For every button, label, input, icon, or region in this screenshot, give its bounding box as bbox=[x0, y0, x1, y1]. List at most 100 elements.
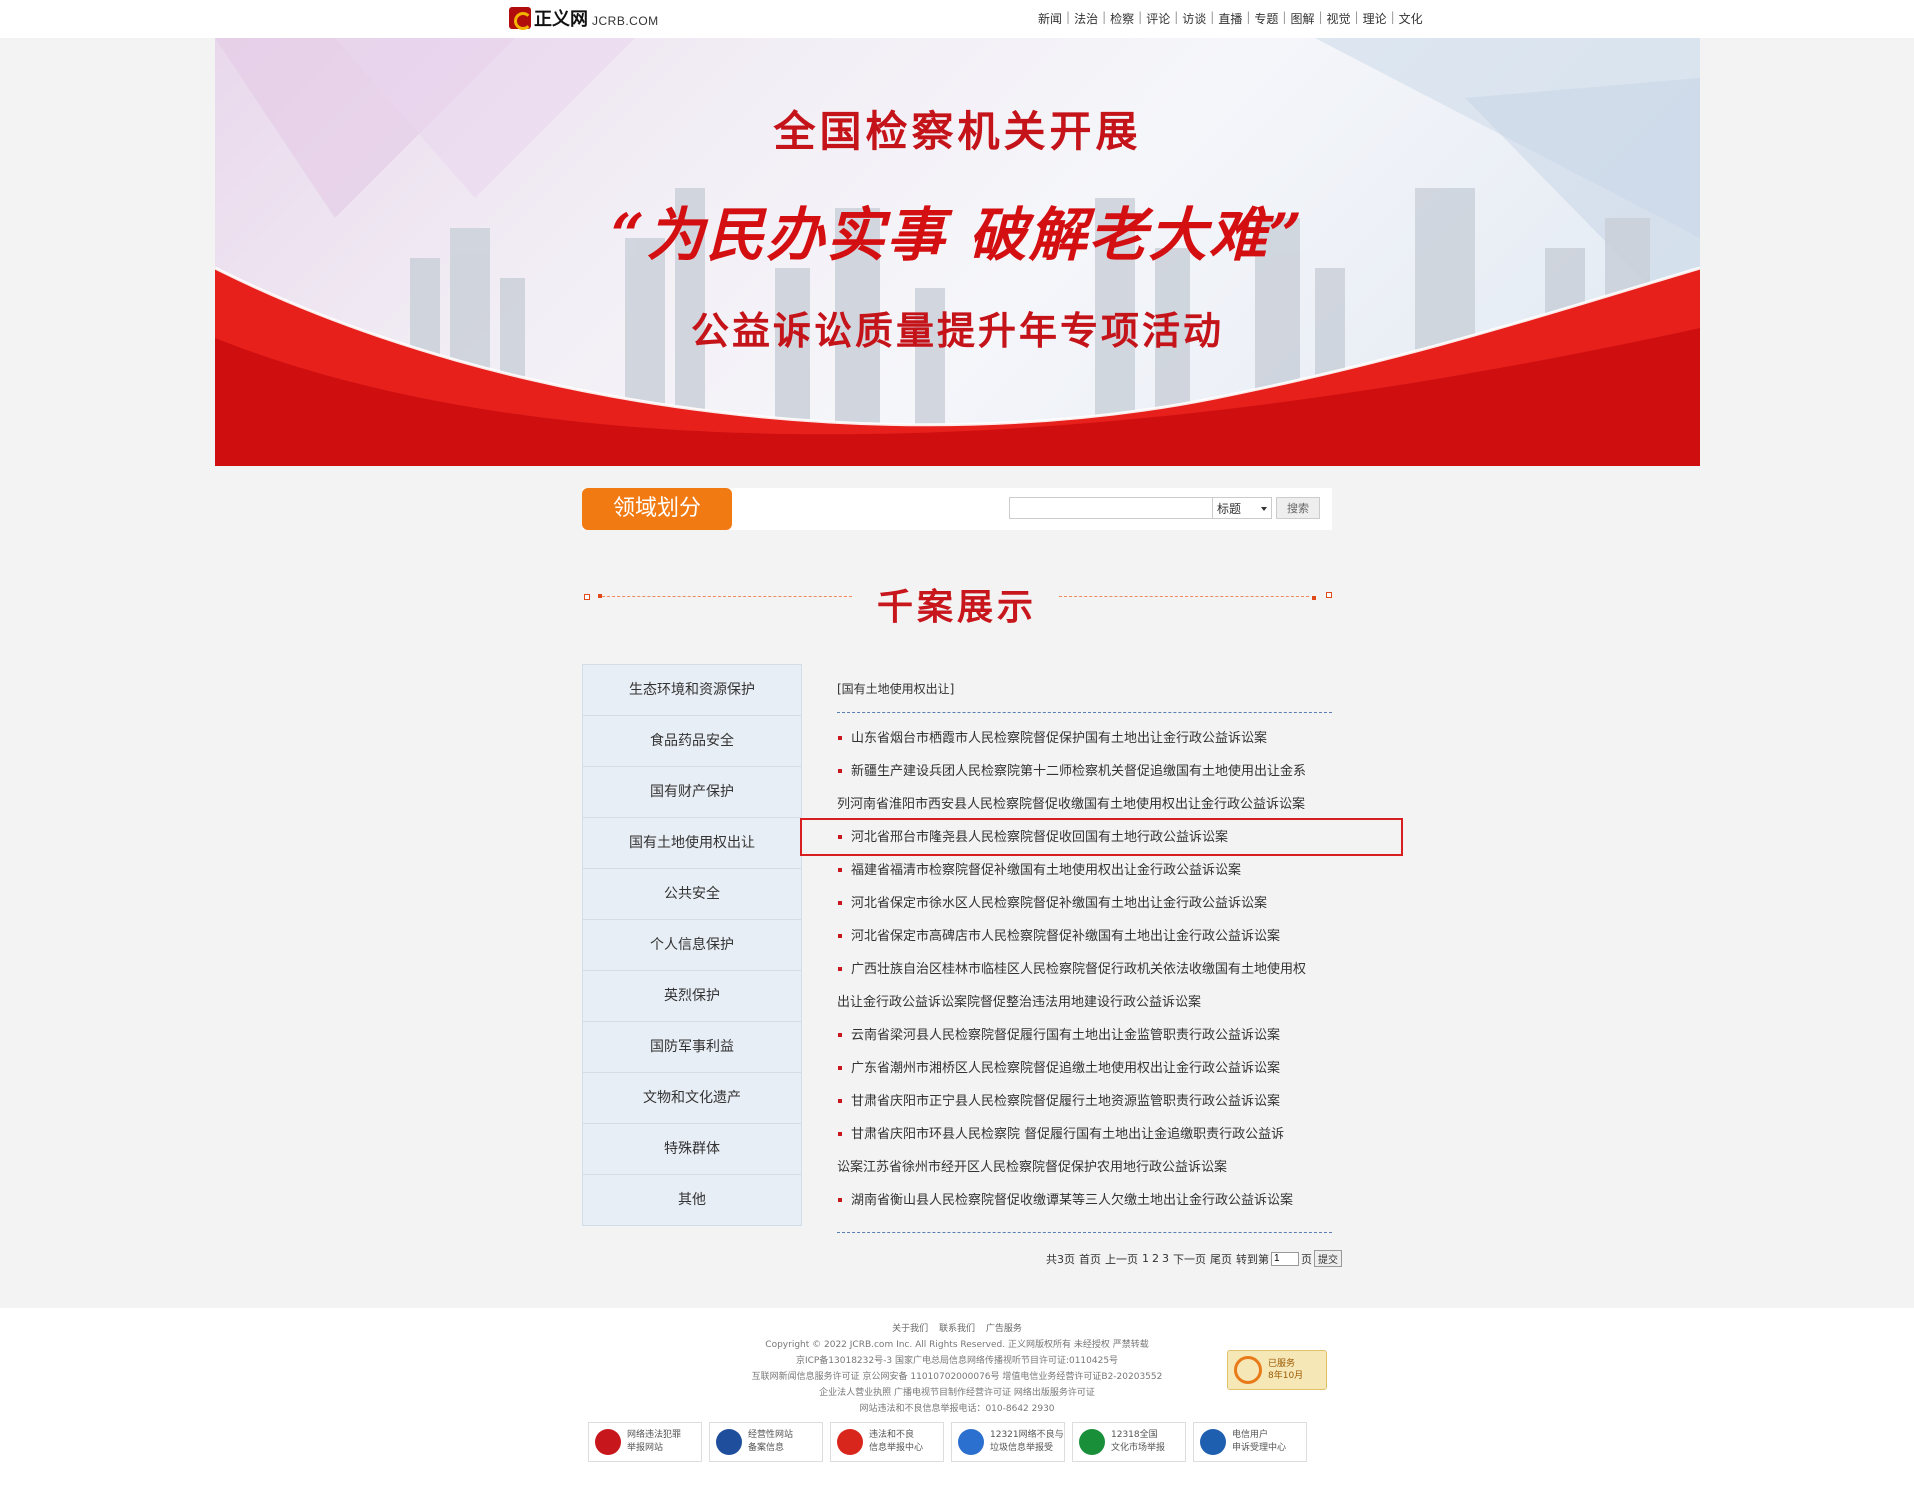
case-title: 河北省保定市徐水区人民检察院督促补缴国有土地出让金行政公益诉讼案 bbox=[851, 896, 1268, 911]
badge-text: 申诉受理中心 bbox=[1232, 1443, 1287, 1453]
decor-square-icon bbox=[1326, 592, 1332, 598]
report-badge-illegal-info[interactable]: 违法和不良 信息举报中心 bbox=[830, 1422, 944, 1462]
sidebar-item-defense[interactable]: 国防军事利益 bbox=[583, 1022, 801, 1073]
police-officer-icon bbox=[716, 1429, 742, 1455]
sidebar-item-public-safety[interactable]: 公共安全 bbox=[583, 869, 801, 920]
report-badge-12318[interactable]: 12318全国 文化市场举报 bbox=[1072, 1422, 1186, 1462]
divider bbox=[837, 1232, 1332, 1233]
sidebar-item-special-groups[interactable]: 特殊群体 bbox=[583, 1124, 801, 1175]
list-item[interactable]: 广东省潮州市湘桥区人民检察院督促追缴土地使用权出让金行政公益诉讼案 bbox=[837, 1052, 1332, 1085]
arrows-icon bbox=[1200, 1429, 1226, 1455]
nav-item-theory[interactable]: 理论 bbox=[1363, 10, 1387, 27]
badge-text: 违法和不良 bbox=[869, 1430, 915, 1440]
list-item[interactable]: 河北省保定市徐水区人民检察院督促补缴国有土地出让金行政公益诉讼案 bbox=[837, 887, 1332, 920]
service-badge[interactable]: 已服务 8年10月 bbox=[1227, 1350, 1327, 1390]
pager-page-3[interactable]: 3 bbox=[1162, 1252, 1169, 1265]
sidebar-item-state-property[interactable]: 国有财产保护 bbox=[583, 767, 801, 818]
nav-item-graphic[interactable]: 图解 bbox=[1290, 10, 1314, 27]
footer-link-ads[interactable]: 广告服务 bbox=[986, 1324, 1022, 1334]
sidebar-item-personal-info[interactable]: 个人信息保护 bbox=[583, 920, 801, 971]
decor-dot-icon bbox=[1312, 596, 1316, 600]
pager-submit-button[interactable]: 提交 bbox=[1314, 1250, 1342, 1267]
divider bbox=[1059, 596, 1309, 597]
case-title: 福建省福清市检察院督促补缴国有土地使用权出让金行政公益诉讼案 bbox=[851, 863, 1242, 878]
badge-text: 12321网络不良与 bbox=[990, 1430, 1064, 1440]
sidebar-item-land-use[interactable]: 国有土地使用权出让 bbox=[583, 818, 801, 869]
list-item[interactable]: 讼案江苏省徐州市经开区人民检察院督促保护农用地行政公益诉讼案 bbox=[837, 1151, 1332, 1184]
list-item[interactable]: 河北省保定市高碑店市人民检察院督促补缴国有土地出让金行政公益诉讼案 bbox=[837, 920, 1332, 953]
police-emblem-icon bbox=[595, 1429, 621, 1455]
report-badge-filing[interactable]: 经营性网站 备案信息 bbox=[709, 1422, 823, 1462]
list-item[interactable]: 湖南省衡山县人民检察院督促收缴谭某等三人欠缴土地出让金行政公益诉讼案 bbox=[837, 1184, 1332, 1217]
pager-goto-label: 转到第 bbox=[1236, 1252, 1269, 1266]
list-item[interactable]: 甘肃省庆阳市正宁县人民检察院督促履行土地资源监管职责行政公益诉讼案 bbox=[837, 1085, 1332, 1118]
case-title: 广东省潮州市湘桥区人民检察院督促追缴土地使用权出让金行政公益诉讼案 bbox=[851, 1061, 1281, 1076]
report-badge-12321[interactable]: 12321网络不良与 垃圾信息举报受 bbox=[951, 1422, 1065, 1462]
nav-item-topic[interactable]: 专题 bbox=[1254, 10, 1278, 27]
badge-text: 电信用户 bbox=[1232, 1430, 1269, 1440]
footer-license: 互联网新闻信息服务许可证 京公网安备 11010702000076号 增值电信业… bbox=[751, 1372, 1163, 1382]
case-title: 云南省梁河县人民检察院督促履行国有土地出让金监管职责行政公益诉讼案 bbox=[851, 1028, 1281, 1043]
badge-text: 12318全国 bbox=[1111, 1430, 1158, 1440]
bullet-icon bbox=[838, 901, 842, 905]
section-title: 千案展示 bbox=[582, 570, 1332, 628]
case-title: 河北省保定市高碑店市人民检察院督促补缴国有土地出让金行政公益诉讼案 bbox=[851, 929, 1281, 944]
sidebar-item-martyrs[interactable]: 英烈保护 bbox=[583, 971, 801, 1022]
sidebar-item-other[interactable]: 其他 bbox=[583, 1175, 801, 1225]
sidebar-item-food-drug[interactable]: 食品药品安全 bbox=[583, 716, 801, 767]
pager-page-unit: 页 bbox=[1301, 1252, 1312, 1266]
nav-item-news[interactable]: 新闻 bbox=[1038, 10, 1062, 27]
sidebar-item-environment[interactable]: 生态环境和资源保护 bbox=[583, 665, 801, 716]
footer-license: 京ICP备13018232号-3 国家广电总局信息网络传播视听节目许可证:011… bbox=[795, 1356, 1119, 1366]
nav-item-procuratorate[interactable]: 检察 bbox=[1110, 10, 1134, 27]
banner-line-2: “为民办实事 破解老大难” bbox=[611, 201, 1304, 269]
nav-item-live[interactable]: 直播 bbox=[1218, 10, 1242, 27]
footer-link-about[interactable]: 关于我们 bbox=[892, 1324, 928, 1334]
site-logo[interactable]: 正义网 JCRB.COM bbox=[509, 5, 659, 31]
list-item[interactable]: 列河南省淮阳市西安县人民检察院督促收缴国有土地使用权出让金行政公益诉讼案 bbox=[837, 788, 1332, 821]
list-item[interactable]: 广西壮族自治区桂林市临桂区人民检察院督促行政机关依法收缴国有土地使用权 bbox=[837, 953, 1332, 986]
pager-next[interactable]: 下一页 bbox=[1173, 1251, 1206, 1267]
list-item[interactable]: 河北省邢台市隆尧县人民检察院督促收回国有土地行政公益诉讼案 bbox=[837, 821, 1332, 854]
badge-text: 文化市场举报 bbox=[1111, 1443, 1166, 1453]
list-item[interactable]: 山东省烟台市栖霞市人民检察院督促保护国有土地出让金行政公益诉讼案 bbox=[837, 722, 1332, 755]
logo-text: 正义网 bbox=[534, 9, 588, 30]
bullet-icon bbox=[838, 934, 842, 938]
list-item[interactable]: 新疆生产建设兵团人民检察院第十二师检察机关督促追缴国有土地使用出让金系 bbox=[837, 755, 1332, 788]
bullet-icon bbox=[838, 736, 842, 740]
pager-last[interactable]: 尾页 bbox=[1210, 1251, 1232, 1267]
nav-item-law[interactable]: 法治 bbox=[1074, 10, 1098, 27]
list-item[interactable]: 云南省梁河县人民检察院督促履行国有土地出让金监管职责行政公益诉讼案 bbox=[837, 1019, 1332, 1052]
badge-text: 备案信息 bbox=[748, 1443, 785, 1453]
badge-text: 举报网站 bbox=[627, 1443, 664, 1453]
search-button[interactable]: 搜索 bbox=[1276, 497, 1320, 519]
bullet-icon bbox=[838, 1066, 842, 1070]
pager-goto-input[interactable] bbox=[1271, 1251, 1299, 1266]
list-item[interactable]: 甘肃省庆阳市环县人民检察院 督促履行国有土地出让金追缴职责行政公益诉 bbox=[837, 1118, 1332, 1151]
badge-text: 网络违法犯罪 bbox=[627, 1430, 682, 1440]
search-type-value: 标题 bbox=[1217, 502, 1242, 516]
footer-links: 关于我们 联系我们 广告服务 bbox=[0, 1321, 1914, 1334]
domain-division-button[interactable]: 领域划分 bbox=[582, 488, 732, 530]
case-title: 河北省邢台市隆尧县人民检察院督促收回国有土地行政公益诉讼案 bbox=[851, 830, 1229, 845]
report-badge-telecom[interactable]: 电信用户申诉受理中心 bbox=[1193, 1422, 1307, 1462]
case-title: 讼案江苏省徐州市经开区人民检察院督促保护农用地行政公益诉讼案 bbox=[837, 1160, 1228, 1175]
search-input[interactable] bbox=[1009, 497, 1217, 519]
pager-total: 共3页 bbox=[1046, 1252, 1075, 1266]
search-type-select[interactable]: 标题 bbox=[1212, 497, 1272, 519]
case-title: 列河南省淮阳市西安县人民检察院督促收缴国有土地使用权出让金行政公益诉讼案 bbox=[837, 797, 1306, 812]
nav-item-culture[interactable]: 文化 bbox=[1399, 10, 1423, 27]
list-item[interactable]: 福建省福清市检察院督促补缴国有土地使用权出让金行政公益诉讼案 bbox=[837, 854, 1332, 887]
nav-item-visual[interactable]: 视觉 bbox=[1327, 10, 1351, 27]
footer-link-contact[interactable]: 联系我们 bbox=[939, 1324, 975, 1334]
sidebar-item-heritage[interactable]: 文物和文化遗产 bbox=[583, 1073, 801, 1124]
pager-page-2[interactable]: 2 bbox=[1152, 1252, 1159, 1265]
pager-first[interactable]: 首页 bbox=[1079, 1251, 1101, 1267]
report-badge-cybercrime[interactable]: 网络违法犯罪 举报网站 bbox=[588, 1422, 702, 1462]
list-item[interactable]: 出让金行政公益诉讼案院督促整治违法用地建设行政公益诉讼案 bbox=[837, 986, 1332, 1019]
pager-prev[interactable]: 上一页 bbox=[1105, 1251, 1138, 1267]
nav-item-comment[interactable]: 评论 bbox=[1146, 10, 1170, 27]
nav-item-interview[interactable]: 访谈 bbox=[1182, 10, 1206, 27]
bullet-icon bbox=[838, 1198, 842, 1202]
pager-page-1[interactable]: 1 bbox=[1142, 1252, 1149, 1265]
